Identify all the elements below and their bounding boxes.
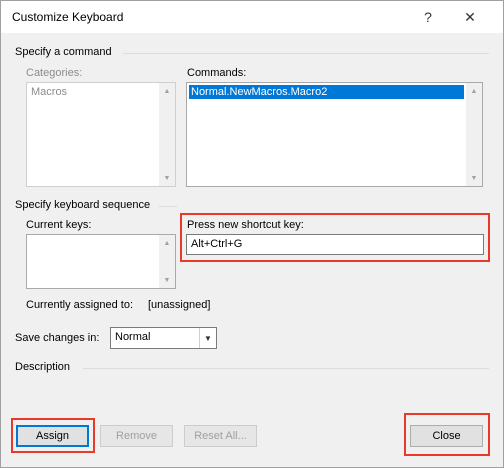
save-changes-select[interactable]: Normal ▼ — [110, 327, 217, 349]
categories-label: Categories: — [26, 67, 83, 79]
section-divider — [159, 206, 177, 207]
scroll-up-icon[interactable]: ▲ — [466, 83, 482, 99]
save-changes-value: Normal — [115, 331, 151, 343]
categories-scrollbar[interactable]: ▲ ▼ — [159, 83, 175, 186]
current-keys-label: Current keys: — [26, 219, 92, 231]
current-keys-listbox[interactable]: ▲ ▼ — [26, 234, 176, 289]
reset-all-button[interactable]: Reset All... — [184, 425, 257, 447]
close-icon: ✕ — [464, 8, 476, 25]
categories-listbox[interactable]: Macros ▲ ▼ — [26, 82, 176, 187]
close-window-button[interactable]: ✕ — [457, 4, 483, 30]
currently-assigned-value: [unassigned] — [148, 299, 211, 311]
dialog-title: Customize Keyboard — [12, 10, 124, 24]
close-button[interactable]: Close — [410, 425, 483, 447]
section-divider — [83, 368, 489, 369]
scroll-down-icon[interactable]: ▼ — [466, 170, 482, 186]
commands-label: Commands: — [187, 67, 247, 79]
new-shortcut-input[interactable]: Alt+Ctrl+G — [186, 234, 484, 255]
help-button[interactable]: ? — [415, 4, 441, 30]
save-changes-label: Save changes in: — [15, 332, 100, 344]
scroll-down-icon[interactable]: ▼ — [159, 272, 175, 288]
scroll-up-icon[interactable]: ▲ — [159, 83, 175, 99]
command-section-heading: Specify a command — [15, 46, 112, 58]
commands-scrollbar[interactable]: ▲ ▼ — [466, 83, 482, 186]
commands-listbox[interactable]: Normal.NewMacros.Macro2 ▲ ▼ — [186, 82, 483, 187]
remove-button-label: Remove — [116, 430, 157, 442]
list-item[interactable]: Normal.NewMacros.Macro2 — [189, 85, 464, 99]
customize-keyboard-dialog: Customize Keyboard ? ✕ Specify a command… — [0, 0, 504, 468]
currently-assigned-label: Currently assigned to: — [26, 299, 133, 311]
current-keys-scrollbar[interactable]: ▲ ▼ — [159, 235, 175, 288]
remove-button[interactable]: Remove — [100, 425, 173, 447]
title-bar: Customize Keyboard ? ✕ — [1, 1, 503, 33]
list-item[interactable]: Macros — [29, 85, 69, 99]
section-divider — [123, 53, 489, 54]
scroll-up-icon[interactable]: ▲ — [159, 235, 175, 251]
description-heading: Description — [15, 361, 71, 373]
close-button-label: Close — [432, 430, 461, 442]
keyboard-section-heading: Specify keyboard sequence — [15, 199, 151, 211]
new-shortcut-label: Press new shortcut key: — [187, 219, 304, 231]
reset-all-button-label: Reset All... — [194, 430, 247, 442]
chevron-down-icon[interactable]: ▼ — [199, 328, 216, 348]
help-icon: ? — [424, 9, 432, 25]
assign-button[interactable]: Assign — [16, 425, 89, 447]
scroll-down-icon[interactable]: ▼ — [159, 170, 175, 186]
new-shortcut-value: Alt+Ctrl+G — [191, 238, 243, 250]
assign-button-label: Assign — [35, 430, 70, 442]
